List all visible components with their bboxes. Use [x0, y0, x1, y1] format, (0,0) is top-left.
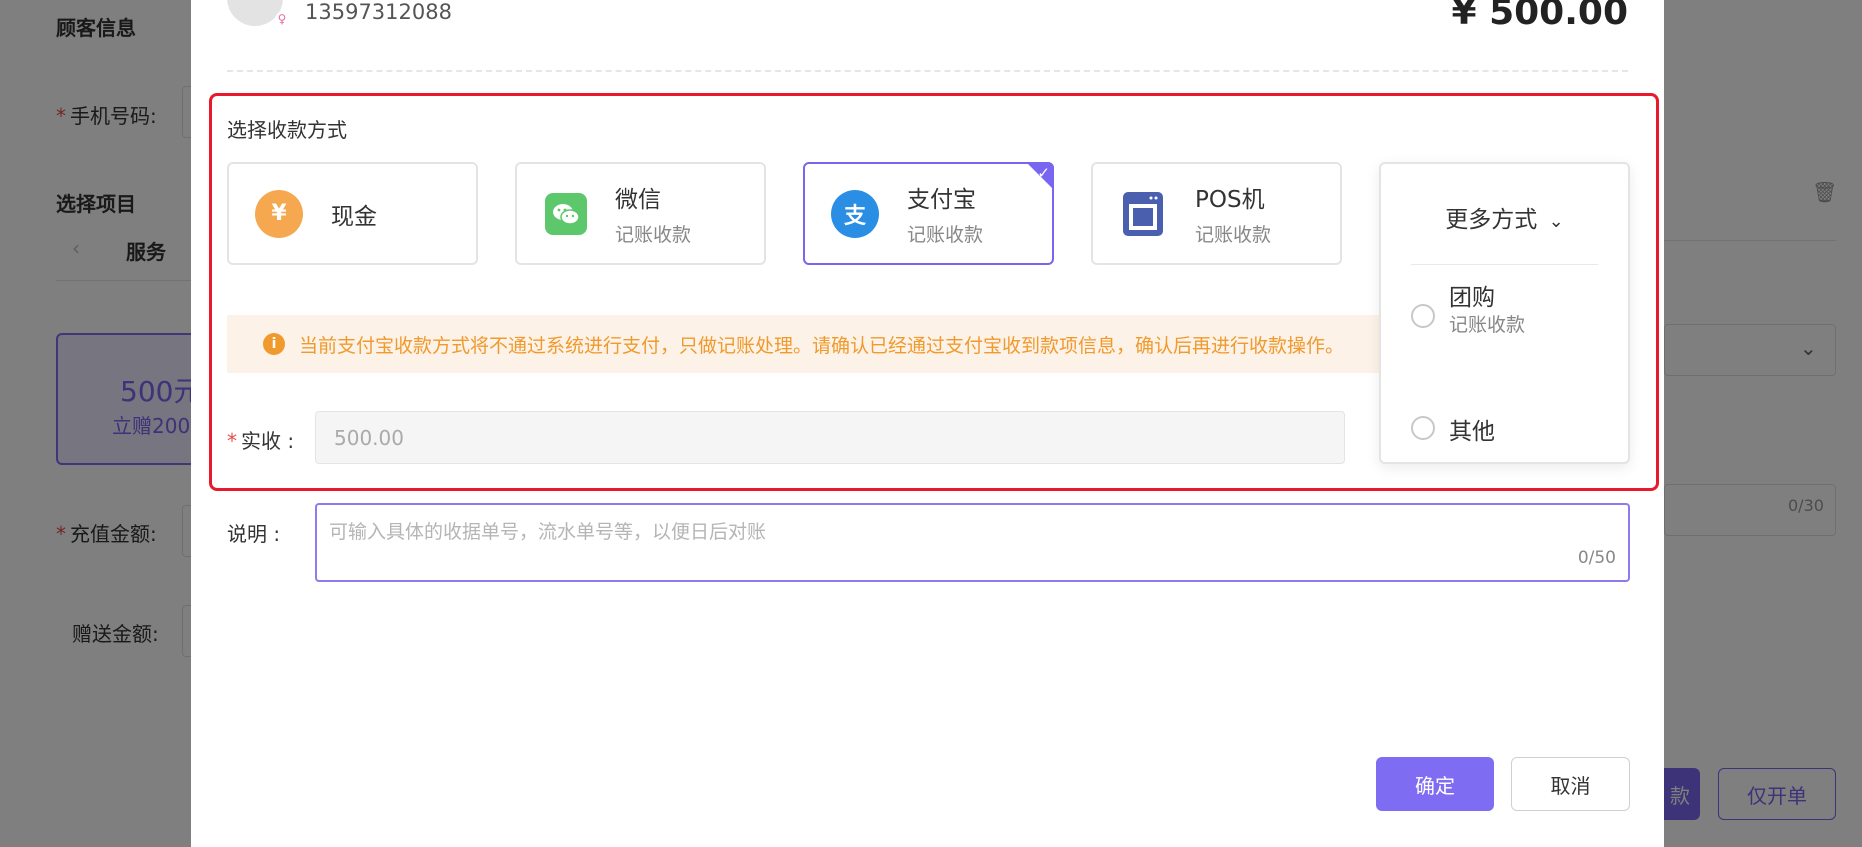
dashed-divider — [227, 70, 1628, 72]
note-counter: 0/50 — [1577, 548, 1616, 568]
cancel-button[interactable]: 取消 — [1511, 757, 1630, 811]
customer-phone: 13597312088 — [305, 0, 452, 24]
highlight-box — [209, 93, 1659, 491]
avatar — [227, 0, 283, 26]
total-amount: ¥ 500.00 — [1451, 0, 1628, 33]
note-textarea[interactable]: 可输入具体的收据单号，流水单号等，以便日后对账 0/50 — [315, 503, 1630, 582]
note-label: 说明 : — [227, 522, 281, 546]
payment-modal: ♀ 13597312088 ¥ 500.00 选择收款方式 ¥ 现金 微信 记账… — [191, 0, 1664, 847]
note-placeholder: 可输入具体的收据单号，流水单号等，以便日后对账 — [329, 521, 767, 543]
female-icon: ♀ — [275, 12, 289, 26]
confirm-button[interactable]: 确定 — [1376, 757, 1494, 811]
